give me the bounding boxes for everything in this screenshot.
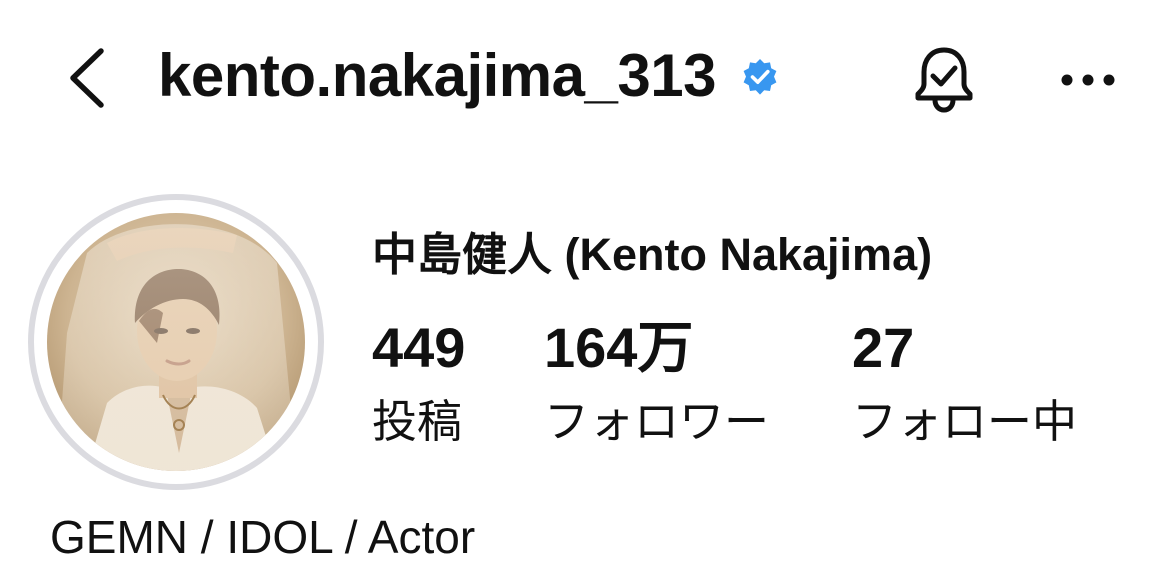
notification-bell-button[interactable] — [906, 40, 982, 118]
full-name: 中島健人 (Kento Nakajima) — [372, 229, 933, 280]
stat-posts[interactable]: 449 投稿 — [372, 316, 465, 450]
avatar-ring[interactable] — [28, 194, 324, 490]
stat-followers[interactable]: 164万 フォロワー — [544, 316, 769, 450]
following-count: 27 — [852, 316, 915, 379]
username: kento.nakajima_313 — [158, 41, 716, 109]
stat-following[interactable]: 27 フォロー中 — [852, 316, 1077, 450]
avatar — [47, 213, 305, 471]
more-horizontal-icon — [1061, 74, 1115, 86]
more-options-button[interactable] — [1050, 50, 1126, 110]
posts-label: 投稿 — [372, 396, 463, 447]
following-label: フォロー中 — [852, 396, 1078, 447]
back-button[interactable] — [52, 40, 122, 116]
posts-count: 449 — [372, 316, 466, 379]
profile-screen: kento.nakajima_313 中島健人 (Kento Nakajima)… — [0, 0, 1153, 570]
verified-badge-icon — [740, 57, 780, 97]
followers-label: フォロワー — [544, 396, 770, 447]
profile-bio: GEMN / IDOL / Actor — [50, 511, 476, 563]
followers-count: 164万 — [544, 316, 694, 379]
chevron-left-icon — [70, 48, 104, 108]
notification-bell-check-icon — [915, 47, 973, 113]
username-row: kento.nakajima_313 — [158, 30, 780, 120]
